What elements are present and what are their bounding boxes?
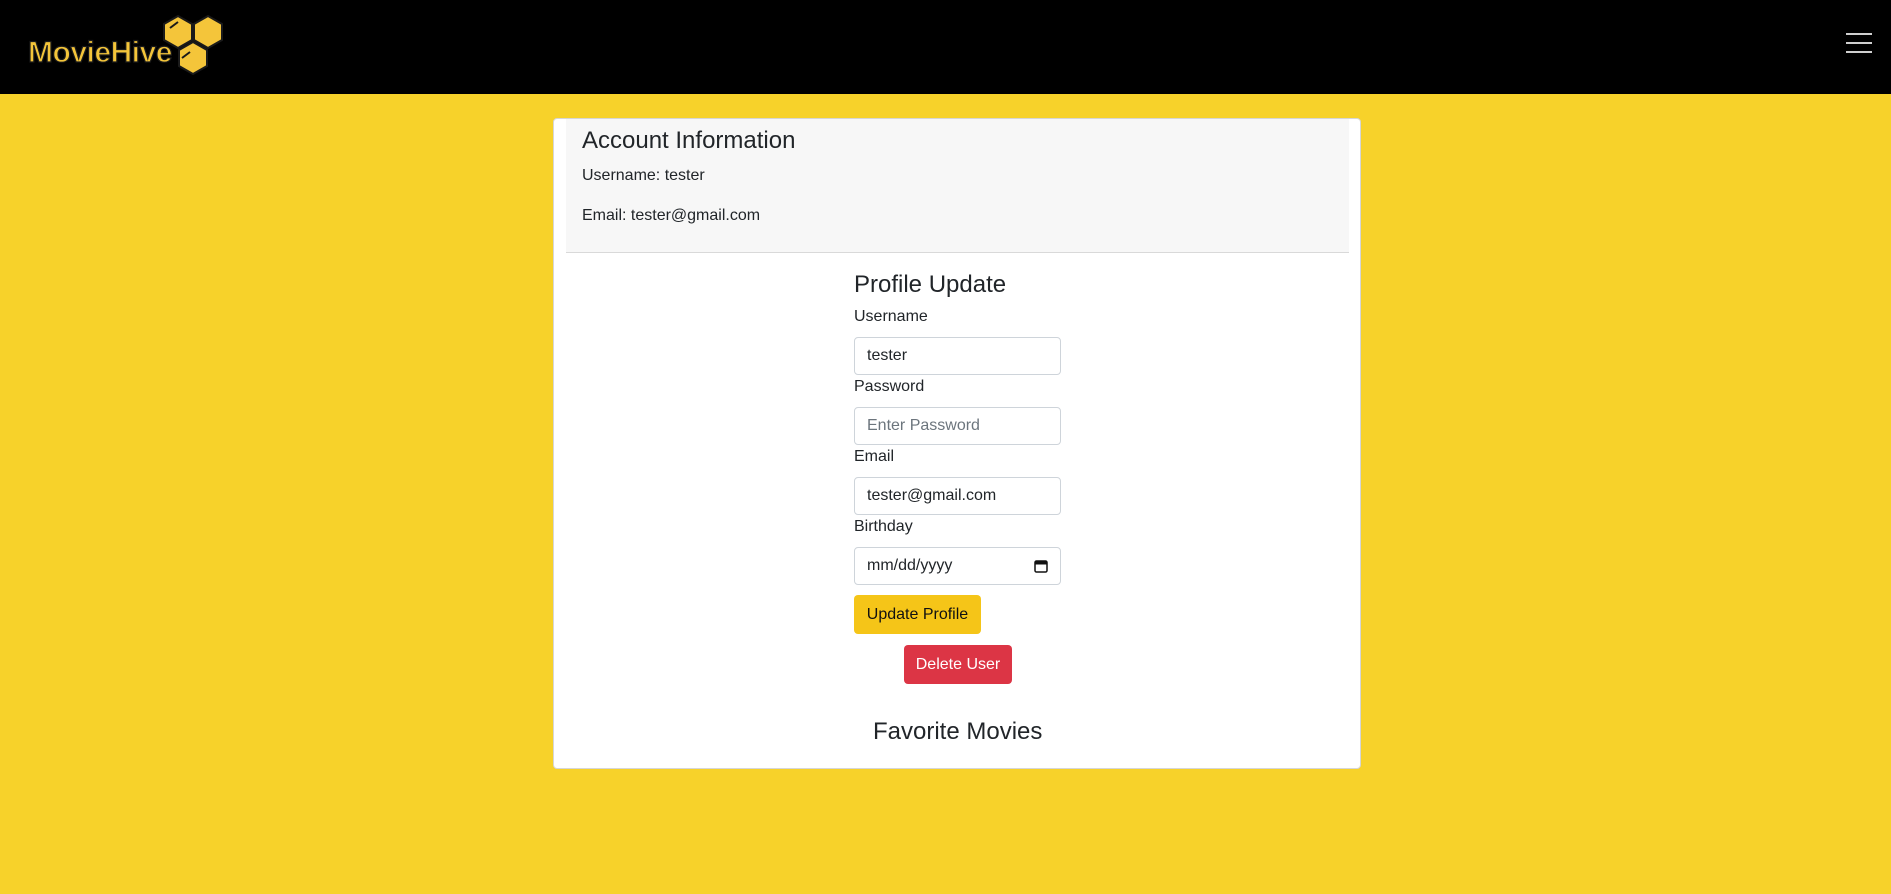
birthday-label: Birthday (854, 518, 913, 535)
birthday-input[interactable]: mm/dd/yyyy (854, 547, 1061, 585)
username-input[interactable] (854, 337, 1061, 375)
account-email: Email: tester@gmail.com (582, 207, 761, 224)
calendar-icon[interactable] (1034, 559, 1048, 573)
password-input[interactable] (854, 407, 1061, 445)
brand-name: MovieHive (27, 36, 173, 69)
update-profile-button[interactable]: Update Profile (854, 595, 981, 634)
profile-update-title: Profile Update (854, 271, 1007, 298)
birthday-placeholder: mm/dd/yyyy (867, 557, 953, 574)
honeycomb-icon (163, 14, 223, 76)
profile-card: Account Information Username: tester Ema… (553, 118, 1361, 769)
username-label: Username (854, 308, 928, 325)
delete-user-button[interactable]: Delete User (904, 645, 1012, 684)
password-label: Password (854, 378, 925, 395)
account-info-header: Account Information Username: tester Ema… (566, 119, 1349, 253)
email-input[interactable] (854, 477, 1061, 515)
favorite-movies-title: Favorite Movies (873, 718, 1043, 745)
top-navbar: MovieHive (0, 0, 1891, 94)
email-label: Email (854, 448, 895, 465)
account-username: Username: tester (582, 167, 705, 184)
brand-logo[interactable]: MovieHive (27, 14, 228, 78)
account-info-title: Account Information (582, 127, 796, 154)
hamburger-menu-icon[interactable] (1846, 33, 1872, 55)
